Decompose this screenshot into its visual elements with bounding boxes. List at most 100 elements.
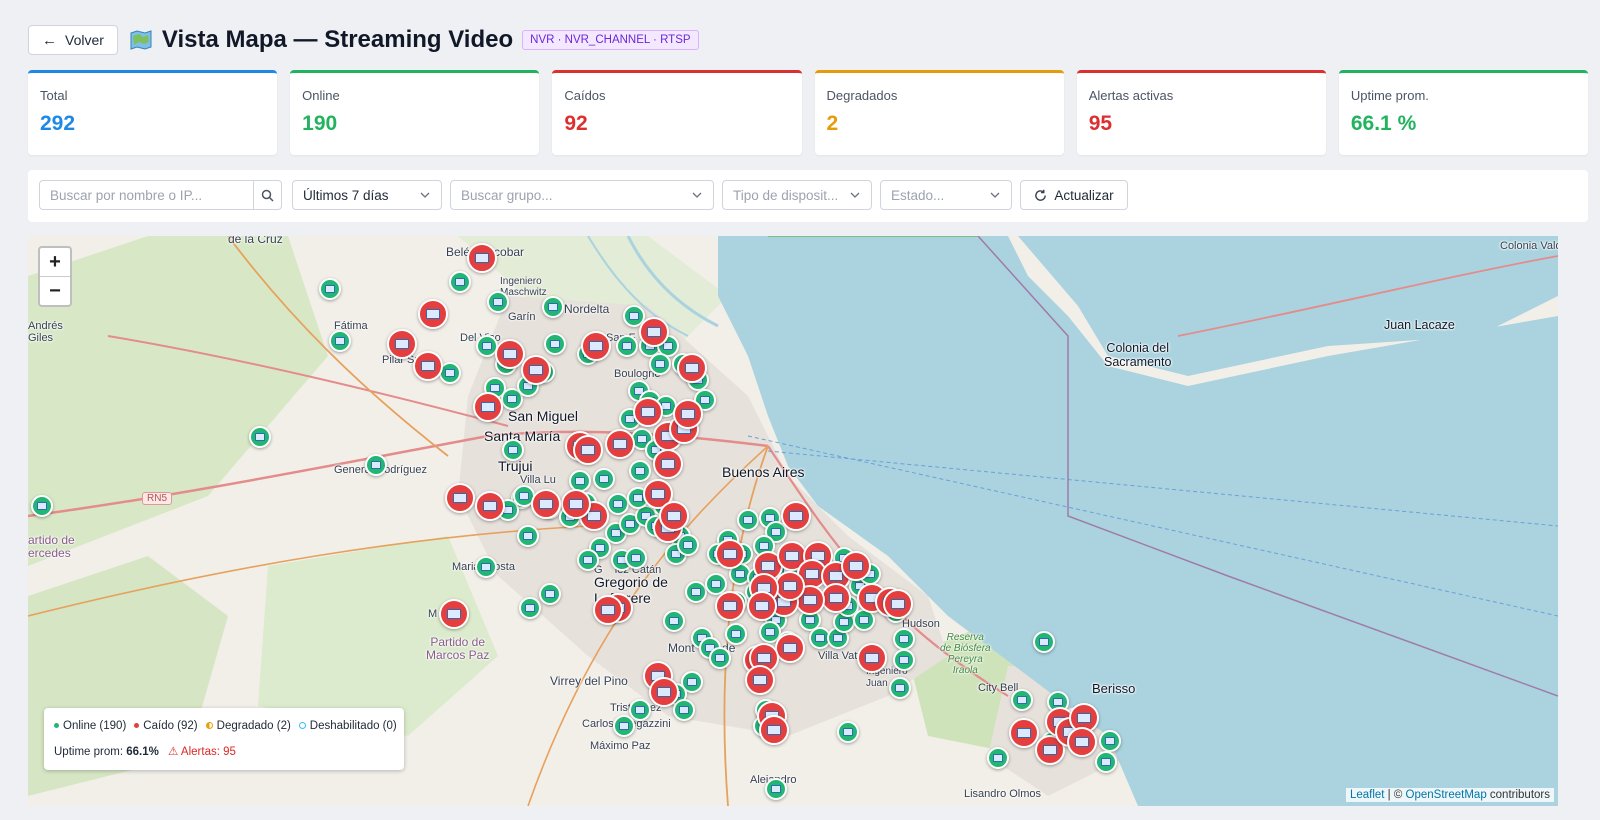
device-marker-online[interactable] [593, 468, 615, 490]
device-marker-down[interactable] [593, 595, 623, 625]
legend-uptime-label: Uptime prom: [54, 746, 124, 758]
device-marker-online[interactable] [329, 330, 351, 352]
device-marker-online[interactable] [663, 610, 685, 632]
device-marker-down[interactable] [857, 643, 887, 673]
device-marker-down[interactable] [883, 589, 913, 619]
device-marker-down[interactable] [561, 489, 591, 519]
device-marker-online[interactable] [502, 439, 524, 461]
device-marker-online[interactable] [319, 278, 341, 300]
stat-value: 190 [302, 112, 338, 135]
refresh-button[interactable]: Actualizar [1020, 180, 1128, 210]
zoom-in-button[interactable]: + [40, 248, 70, 276]
device-marker-online[interactable] [673, 699, 695, 721]
osm-link[interactable]: OpenStreetMap [1406, 789, 1487, 801]
device-marker-down[interactable] [387, 329, 417, 359]
monitor-icon [632, 493, 644, 503]
zoom-out-button[interactable]: − [40, 276, 70, 305]
device-marker-online[interactable] [1011, 689, 1033, 711]
device-marker-online[interactable] [517, 525, 539, 547]
device-marker-online[interactable] [249, 426, 271, 448]
device-marker-down[interactable] [467, 243, 497, 273]
leaflet-link[interactable]: Leaflet [1350, 789, 1385, 801]
device-marker-online[interactable] [613, 715, 635, 737]
device-marker-online[interactable] [1033, 631, 1055, 653]
device-marker-online[interactable] [765, 778, 787, 800]
device-marker-online[interactable] [893, 628, 915, 650]
device-marker-down[interactable] [531, 489, 561, 519]
group-select[interactable]: Buscar grupo... [450, 180, 714, 210]
device-marker-down[interactable] [821, 583, 851, 613]
device-marker-online[interactable] [625, 547, 647, 569]
device-marker-online[interactable] [539, 583, 561, 605]
device-marker-down[interactable] [439, 599, 469, 629]
device-marker-online[interactable] [893, 649, 915, 671]
device-marker-online[interactable] [544, 333, 566, 355]
device-marker-online[interactable] [709, 647, 731, 669]
device-marker-down[interactable] [781, 501, 811, 531]
monitor-icon [549, 339, 561, 349]
device-marker-down[interactable] [673, 399, 703, 429]
device-marker-down[interactable] [745, 665, 775, 695]
device-marker-online[interactable] [1099, 730, 1121, 752]
back-button[interactable]: ← Volver [28, 25, 118, 55]
device-marker-down[interactable] [775, 571, 805, 601]
device-marker-down[interactable] [659, 501, 689, 531]
device-marker-down[interactable] [649, 677, 679, 707]
device-marker-down[interactable] [633, 397, 663, 427]
device-marker-down[interactable] [1067, 727, 1097, 757]
device-marker-down[interactable] [759, 715, 789, 745]
device-marker-online[interactable] [519, 597, 541, 619]
device-marker-online[interactable] [31, 495, 53, 517]
device-marker-online[interactable] [649, 353, 671, 375]
device-marker-online[interactable] [449, 271, 471, 293]
device-marker-down[interactable] [573, 435, 603, 465]
monitor-icon [598, 474, 610, 484]
device-marker-online[interactable] [629, 460, 651, 482]
device-marker-online[interactable] [607, 493, 629, 515]
device-marker-down[interactable] [581, 331, 611, 361]
device-marker-online[interactable] [685, 581, 707, 603]
monitor-icon [421, 360, 435, 372]
device-marker-down[interactable] [715, 591, 745, 621]
device-marker-online[interactable] [889, 677, 911, 699]
device-marker-down[interactable] [445, 483, 475, 513]
monitor-icon [767, 724, 781, 736]
device-marker-down[interactable] [639, 317, 669, 347]
device-marker-online[interactable] [1095, 751, 1117, 773]
search-button[interactable] [254, 180, 282, 210]
device-marker-down[interactable] [1009, 718, 1039, 748]
map-container[interactable]: de la Cruz Belén Escobar Ingeniero Masch… [28, 236, 1558, 806]
device-marker-down[interactable] [475, 491, 505, 521]
device-marker-online[interactable] [677, 534, 699, 556]
device-marker-down[interactable] [841, 551, 871, 581]
period-select[interactable]: Últimos 7 días [292, 180, 442, 210]
device-marker-down[interactable] [715, 539, 745, 569]
monitor-icon [612, 499, 624, 509]
monitor-icon [447, 608, 461, 620]
device-marker-online[interactable] [475, 556, 497, 578]
device-marker-online[interactable] [629, 699, 651, 721]
device-marker-down[interactable] [747, 591, 777, 621]
device-marker-down[interactable] [473, 392, 503, 422]
device-type-select[interactable]: Tipo de disposit... [722, 180, 872, 210]
device-marker-down[interactable] [418, 299, 448, 329]
device-marker-down[interactable] [413, 351, 443, 381]
device-marker-down[interactable] [495, 339, 525, 369]
device-marker-down[interactable] [653, 449, 683, 479]
device-marker-online[interactable] [487, 291, 509, 313]
device-marker-online[interactable] [837, 721, 859, 743]
place-label: Máximo Paz [590, 740, 651, 752]
device-marker-down[interactable] [521, 355, 551, 385]
device-marker-online[interactable] [737, 509, 759, 531]
device-marker-down[interactable] [775, 633, 805, 663]
device-marker-online[interactable] [577, 549, 599, 571]
status-select[interactable]: Estado... [880, 180, 1012, 210]
device-marker-online[interactable] [725, 623, 747, 645]
device-marker-down[interactable] [677, 353, 707, 383]
device-marker-online[interactable] [542, 296, 564, 318]
device-marker-down[interactable] [605, 429, 635, 459]
search-input[interactable] [39, 180, 254, 210]
device-marker-online[interactable] [616, 335, 638, 357]
device-marker-online[interactable] [365, 454, 387, 476]
device-marker-online[interactable] [987, 747, 1009, 769]
